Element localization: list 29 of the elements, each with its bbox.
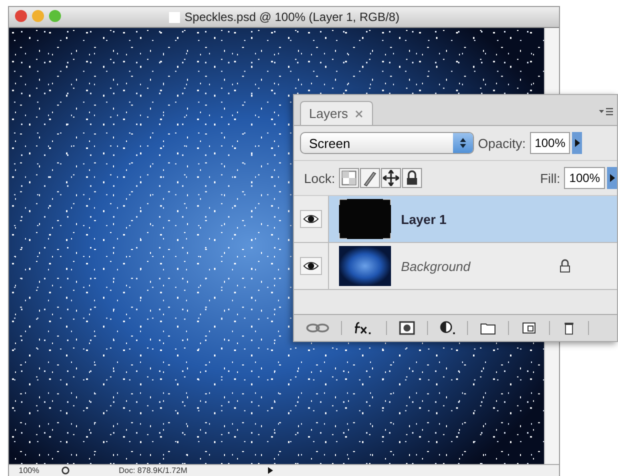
zoom-level: 100% (18, 466, 40, 475)
brush-icon[interactable] (360, 168, 380, 188)
info-icon[interactable] (61, 466, 70, 475)
opacity-label: Opacity: (478, 136, 526, 150)
document-size: Doc: 878.9K/1.72M (118, 466, 188, 475)
fill-field[interactable]: 100% (564, 167, 605, 189)
document-icon (168, 12, 180, 22)
layer-name: Background (401, 258, 472, 274)
lock-label: Lock: (304, 170, 336, 186)
lock-icon[interactable] (402, 168, 422, 188)
eye-icon[interactable] (300, 210, 322, 228)
layer-name: Layer 1 (401, 212, 448, 226)
close-icon[interactable] (354, 108, 364, 118)
layers-tab[interactable]: Layers (300, 101, 374, 125)
menu-arrow-icon[interactable] (268, 467, 273, 474)
layer-thumbnail (339, 199, 391, 239)
fill-label: Fill: (540, 170, 560, 186)
layer-row[interactable]: Background (294, 243, 617, 290)
layer-thumbnail (339, 246, 391, 286)
opacity-field[interactable]: 100% (530, 132, 570, 154)
blend-mode-dropdown[interactable]: Screen (300, 132, 474, 154)
window-title: Speckles.psd @ 100% (Layer 1, RGB/8) (184, 10, 400, 24)
layer-row[interactable]: Layer 1 (294, 196, 617, 243)
stepper-icon (459, 137, 467, 149)
eye-icon[interactable] (300, 257, 322, 275)
transparency-lock-icon[interactable] (339, 168, 360, 188)
close-button[interactable] (15, 10, 27, 22)
panel-menu-icon[interactable] (599, 107, 613, 117)
move-icon[interactable] (381, 168, 402, 188)
